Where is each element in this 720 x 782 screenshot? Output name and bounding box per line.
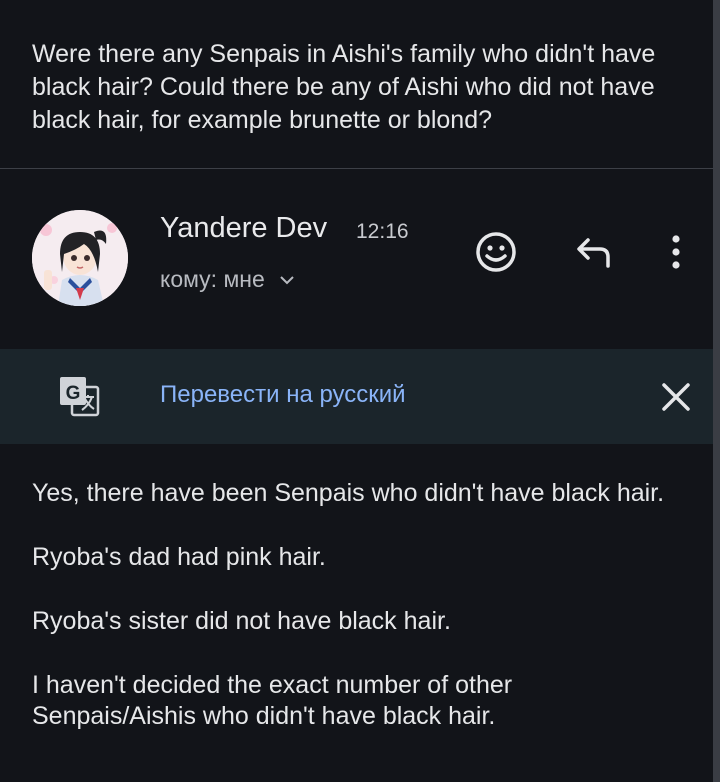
- avatar[interactable]: [32, 210, 128, 306]
- message-paragraph: Ryoba's dad had pink hair.: [32, 543, 326, 571]
- add-reaction-button[interactable]: [470, 226, 522, 278]
- more-vert-icon: [672, 235, 680, 269]
- sender-name: Yandere Dev: [160, 212, 328, 244]
- translate-bar: G Перевести на русский: [0, 349, 713, 444]
- svg-text:G: G: [66, 383, 81, 404]
- divider: [0, 168, 713, 169]
- message-time: 12:16: [356, 220, 409, 243]
- message-paragraph: Yes, there have been Senpais who didn't …: [32, 479, 665, 507]
- close-icon: [662, 383, 690, 411]
- message-body: Yes, there have been Senpais who didn't …: [32, 478, 682, 765]
- reply-button[interactable]: [568, 226, 620, 278]
- avatar-image: [32, 210, 128, 306]
- reply-icon: [577, 238, 610, 268]
- add-reaction-icon: [476, 232, 516, 272]
- google-translate-icon: G: [58, 375, 102, 419]
- recipient-label: кому: мне: [160, 266, 265, 292]
- message-paragraph: I haven't decided the exact number of ot…: [32, 671, 513, 730]
- message-paragraph: Ryoba's sister did not have black hair.: [32, 607, 451, 635]
- close-translate-button[interactable]: [656, 377, 696, 417]
- recipient-toggle[interactable]: кому: мне: [160, 266, 295, 293]
- translate-link[interactable]: Перевести на русский: [160, 381, 406, 409]
- quoted-question: Were there any Senpais in Aishi's family…: [32, 40, 656, 134]
- more-options-button[interactable]: [656, 226, 696, 278]
- chevron-down-icon: [280, 275, 294, 284]
- scrollbar[interactable]: [713, 0, 720, 782]
